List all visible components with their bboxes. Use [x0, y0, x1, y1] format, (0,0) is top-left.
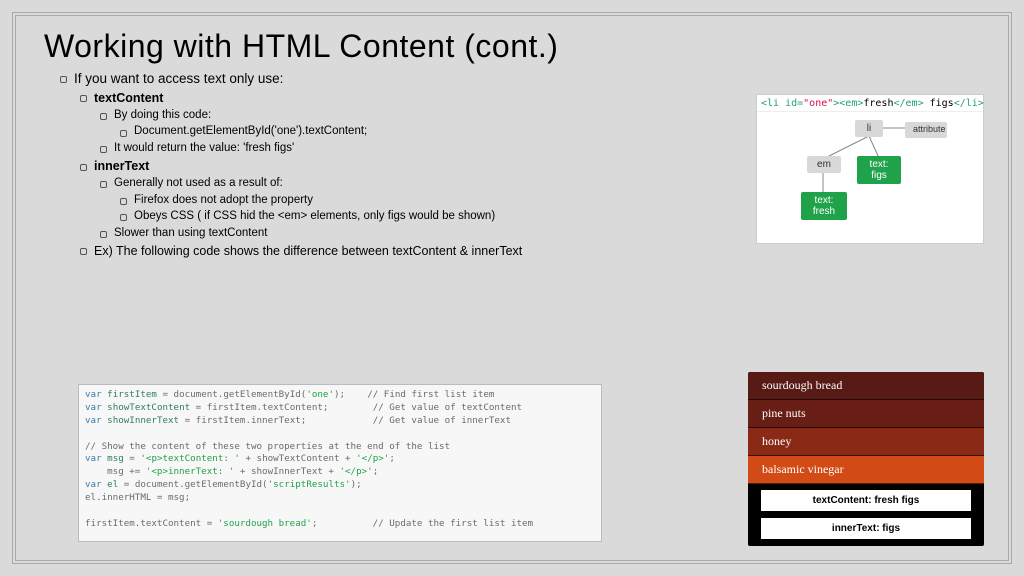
result-row: honey — [748, 428, 984, 456]
dom-tree-diagram: <li id="one"><em>fresh</em> figs</li> li… — [756, 94, 984, 244]
bullet-it-f2: Obeys CSS ( if CSS hid the <em> elements… — [120, 208, 660, 225]
slide-title: Working with HTML Content (cont.) — [44, 28, 984, 65]
bullet-list: If you want to access text only use: tex… — [60, 69, 660, 260]
result-row: pine nuts — [748, 400, 984, 428]
bullet-intro: If you want to access text only use: — [60, 69, 660, 89]
diagram-tree: li attribute em text: figs text: fresh — [757, 112, 983, 230]
bullet-it-f3: Slower than using textContent — [100, 225, 660, 242]
node-text-fresh: text: fresh — [801, 192, 847, 220]
result-btn-innertext: innerText: figs — [760, 517, 972, 540]
bullet-it-f1: Firefox does not adopt the property — [120, 192, 660, 209]
bullet-innertext-label: innerText — [80, 157, 660, 175]
result-panel: sourdough bread pine nuts honey balsamic… — [748, 372, 984, 546]
bullet-tc-code: Document.getElementById('one').textConte… — [120, 123, 660, 140]
js-code-block: var firstItem = document.getElementById(… — [78, 384, 602, 542]
bullet-it-sub1: Generally not used as a result of: — [100, 175, 660, 192]
result-btn-textcontent: textContent: fresh figs — [760, 489, 972, 512]
slide: Working with HTML Content (cont.) If you… — [0, 0, 1024, 576]
node-em: em — [807, 156, 841, 173]
slide-inner: Working with HTML Content (cont.) If you… — [12, 12, 1012, 564]
diagram-code-line: <li id="one"><em>fresh</em> figs</li> — [757, 95, 983, 112]
bullet-tc-sub1: By doing this code: — [100, 107, 660, 124]
result-row: balsamic vinegar — [748, 456, 984, 484]
node-attribute: attribute — [905, 122, 947, 138]
bullet-textcontent-label: textContent — [80, 89, 660, 107]
bullet-tc-sub2: It would return the value: 'fresh figs' — [100, 140, 660, 157]
node-li: li — [855, 120, 883, 137]
bullet-ex: Ex) The following code shows the differe… — [80, 242, 660, 260]
result-row: sourdough bread — [748, 372, 984, 400]
node-text-figs: text: figs — [857, 156, 901, 184]
